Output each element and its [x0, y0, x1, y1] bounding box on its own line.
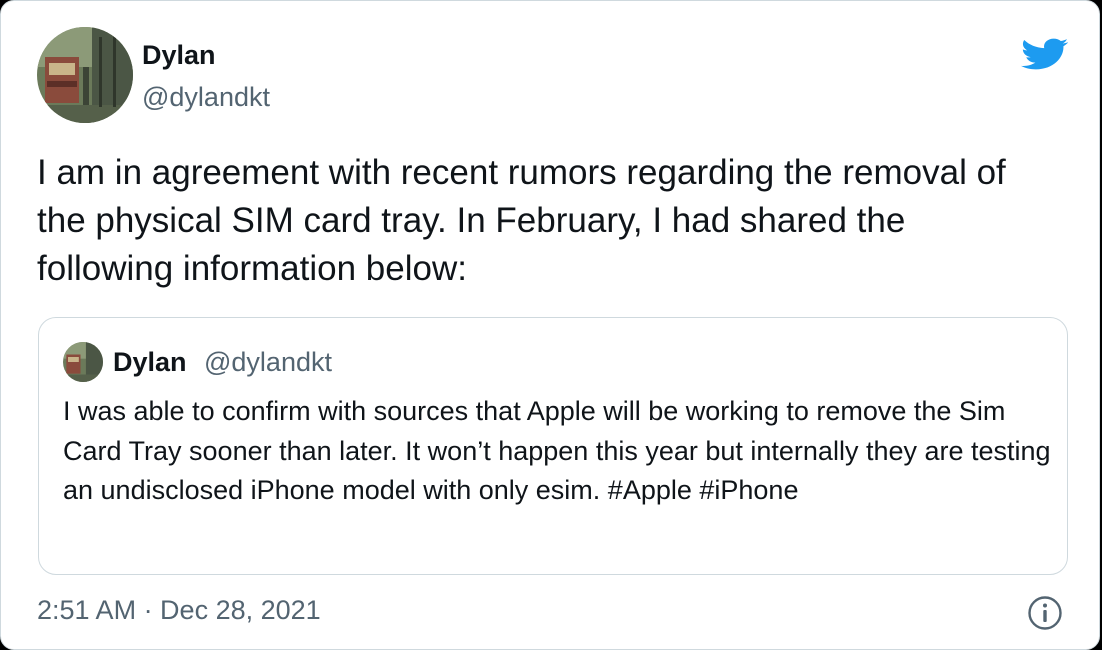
- twitter-bird-icon[interactable]: [1019, 34, 1069, 74]
- quoted-tweet[interactable]: Dylan @dylandkt I was able to confirm wi…: [38, 317, 1068, 575]
- author-name[interactable]: Dylan: [142, 38, 216, 72]
- author-avatar[interactable]: [37, 27, 133, 123]
- tweet-card: Dylan @dylandkt I am in agreement with r…: [0, 0, 1100, 650]
- quoted-author-avatar: [63, 342, 103, 382]
- author-handle[interactable]: @dylandkt: [142, 80, 270, 114]
- quoted-author-name: Dylan: [113, 347, 187, 377]
- quoted-author-handle: @dylandkt: [204, 347, 332, 377]
- quoted-tweet-text: I was able to confirm with sources that …: [63, 396, 1051, 505]
- info-icon[interactable]: [1027, 595, 1063, 631]
- tweet-timestamp[interactable]: 2:51 AM · Dec 28, 2021: [37, 593, 321, 627]
- tweet-text: I am in agreement with recent rumors reg…: [37, 153, 1006, 288]
